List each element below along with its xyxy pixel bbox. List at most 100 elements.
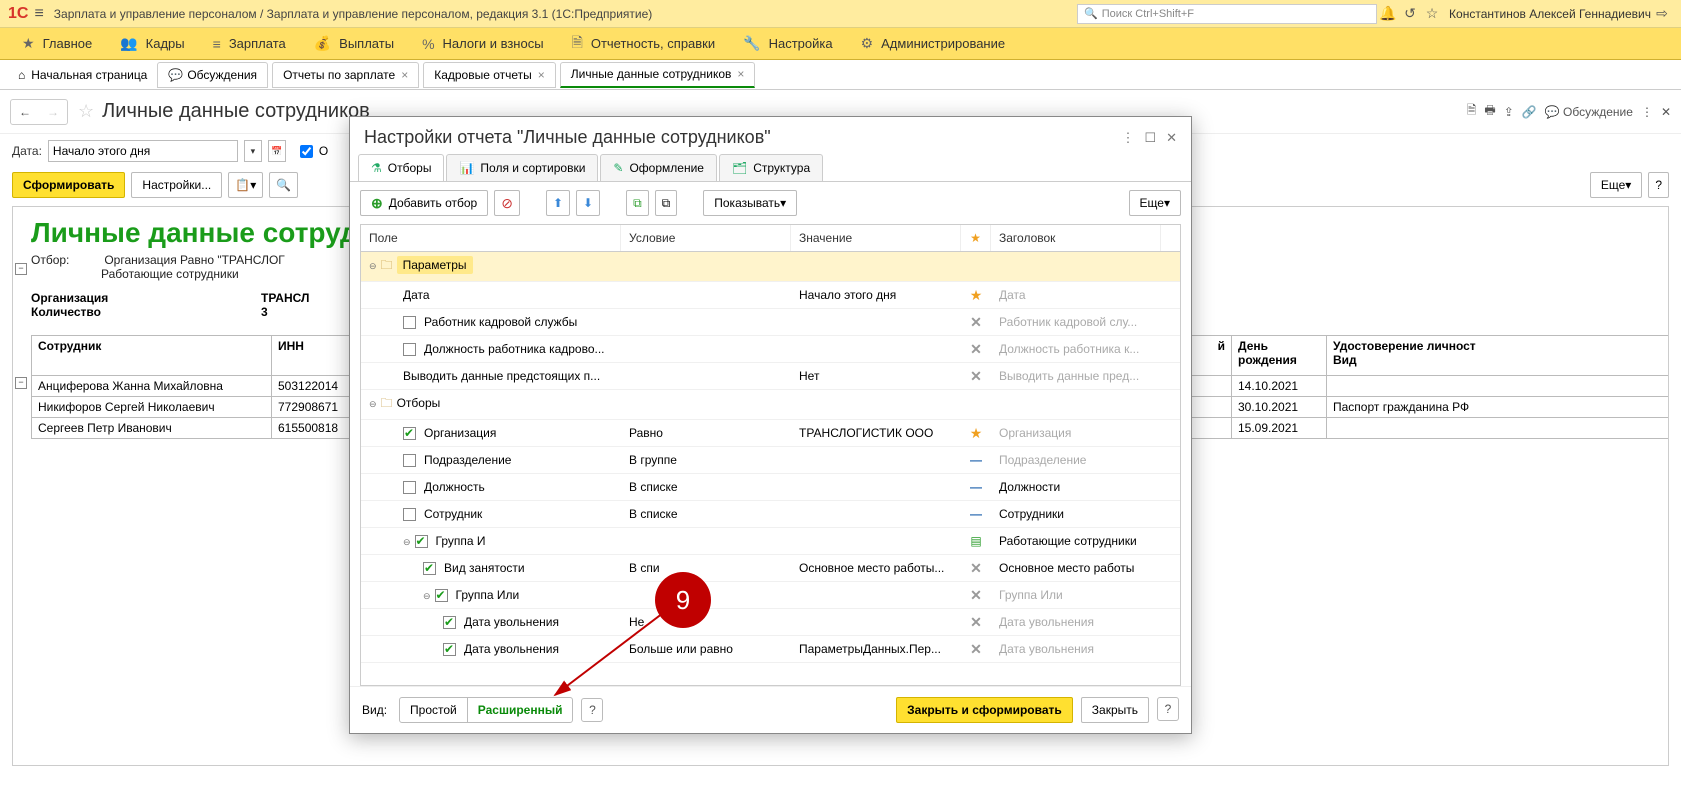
tab-close-icon[interactable]: × [401,68,408,82]
checkbox[interactable] [403,316,416,329]
save-report-icon[interactable]: 🗎 [1467,101,1477,122]
tab-3[interactable]: Личные данные сотрудников× [560,62,756,88]
filter-row[interactable]: ОрганизацияРавноТРАНСЛОГИСТИК ООО★Органи… [361,420,1180,447]
move-up-button[interactable]: ⬆ [546,190,570,216]
history-icon[interactable]: ↺ [1399,5,1421,22]
toggle-panel-icon[interactable]: ⇨ [1651,5,1673,22]
list-icon[interactable]: ▤ [970,534,981,548]
group-and-button[interactable]: ⧉ [626,190,649,216]
tab-close-icon[interactable]: × [737,67,744,81]
copy-button[interactable]: 📋▾ [228,172,263,198]
x-icon[interactable]: ✕ [970,641,982,657]
dash-icon[interactable]: — [970,507,982,521]
tree-collapse-2[interactable]: − [15,377,27,389]
help-button[interactable]: ? [1648,172,1669,198]
nav-item-6[interactable]: 🔧Настройка [729,28,846,59]
checkbox[interactable] [403,454,416,467]
dash-icon[interactable]: — [970,453,982,467]
filter-row[interactable]: Дата увольненияБольше или равноПараметры… [361,636,1180,663]
star-icon[interactable]: ☆ [1421,5,1443,22]
filter-row[interactable]: Выводить данные предстоящих п...Нет✕Выво… [361,363,1180,390]
generate-button[interactable]: Сформировать [12,172,125,198]
footer-help-button[interactable]: ? [581,698,603,722]
checkbox[interactable] [443,616,456,629]
favorite-star-icon[interactable]: ☆ [78,101,94,122]
filter-row[interactable]: Работник кадровой службы✕Работник кадров… [361,309,1180,336]
nav-item-5[interactable]: 🗎Отчетность, справки [558,28,730,59]
filter-row[interactable]: ДолжностьВ списке—Должности [361,474,1180,501]
burger-icon[interactable]: ≡ [34,5,43,23]
filter-row[interactable]: ⊖🗀Отборы [361,390,1180,420]
move-down-button[interactable]: ⬇ [576,190,600,216]
date-input[interactable]: Начало этого дня [48,140,238,162]
bell-icon[interactable]: 🔔 [1377,5,1399,22]
date-picker-button[interactable]: 📅 [268,140,286,162]
tab-0[interactable]: 💬Обсуждения [157,62,268,88]
nav-item-4[interactable]: %Налоги и взносы [408,28,558,59]
nav-item-7[interactable]: ⚙Администрирование [847,28,1020,59]
star-icon[interactable]: ★ [970,287,983,303]
checkbox[interactable] [403,508,416,521]
checkbox[interactable] [423,562,436,575]
nav-item-3[interactable]: 💰Выплаты [300,28,408,59]
x-icon[interactable]: ✕ [970,560,982,576]
nav-back-button[interactable]: ← [11,100,39,124]
dialog-maximize-icon[interactable]: ☐ [1144,130,1156,146]
filter-row[interactable]: СотрудникВ списке—Сотрудники [361,501,1180,528]
filter-row[interactable]: ПодразделениеВ группе—Подразделение [361,447,1180,474]
modal-tab-3[interactable]: 🗂Структура [719,154,823,181]
view-mode-toggle[interactable]: Простой Расширенный [399,697,573,723]
show-mode-button[interactable]: Показывать ▾ [703,190,797,216]
tab-home[interactable]: ⌂Начальная страница [8,62,157,88]
x-icon[interactable]: ✕ [970,587,982,603]
filter-row[interactable]: Должность работника кадрово...✕Должность… [361,336,1180,363]
modal-tab-0[interactable]: ⚗Отборы [358,154,444,181]
search-input[interactable]: 🔍Поиск Ctrl+Shift+F [1077,4,1377,24]
filter-row[interactable]: Дата увольненияНе✕Дата увольнения [361,609,1180,636]
nav-item-2[interactable]: ≡Зарплата [199,28,300,59]
dialog-more-button[interactable]: Еще ▾ [1129,190,1181,216]
print-icon[interactable]: 🖶 [1484,101,1495,122]
view-advanced-button[interactable]: Расширенный [468,698,573,722]
tab-close-icon[interactable]: × [538,68,545,82]
more-button[interactable]: Еще ▾ [1590,172,1642,198]
checkbox[interactable] [415,535,428,548]
link-icon[interactable]: 🔗 [1522,105,1537,119]
user-name[interactable]: Константинов Алексей Геннадиевич [1449,7,1651,21]
filter-row[interactable]: Вид занятостиВ спиОсновное место работы.… [361,555,1180,582]
x-icon[interactable]: ✕ [970,614,982,630]
tab-2[interactable]: Кадровые отчеты× [423,62,556,88]
view-simple-button[interactable]: Простой [400,698,468,722]
footer-help2-button[interactable]: ? [1157,697,1179,721]
tree-collapse-1[interactable]: − [15,263,27,275]
filter-row[interactable]: ⊖Группа И▤Работающие сотрудники [361,528,1180,555]
date-dropdown-button[interactable]: ▾ [244,140,262,162]
filter-row[interactable]: ⊖Группа Или✕Группа Или [361,582,1180,609]
filter-row[interactable]: ⊖🗀Параметры [361,252,1180,282]
filter-row[interactable]: ДатаНачало этого дня★Дата [361,282,1180,309]
checkbox[interactable] [443,643,456,656]
tab-1[interactable]: Отчеты по зарплате× [272,62,419,88]
close-dialog-button[interactable]: Закрыть [1081,697,1149,723]
star-icon[interactable]: ★ [970,425,983,441]
nav-item-1[interactable]: 👥Кадры [106,28,198,59]
discussion-button[interactable]: 💬 Обсуждение [1545,105,1633,119]
x-icon[interactable]: ✕ [970,341,982,357]
dialog-kebab-icon[interactable]: ⋮ [1121,130,1134,146]
find-button[interactable]: 🔍 [269,172,298,198]
dash-icon[interactable]: — [970,480,982,494]
modal-tab-1[interactable]: 📊Поля и сортировки [446,154,598,181]
checkbox[interactable] [403,481,416,494]
checkbox[interactable] [403,427,416,440]
add-filter-button[interactable]: ⊕Добавить отбор [360,190,488,216]
close-and-generate-button[interactable]: Закрыть и сформировать [896,697,1073,723]
x-icon[interactable]: ✕ [970,314,982,330]
checkbox[interactable] [403,343,416,356]
delete-filter-button[interactable]: ⊘ [494,190,520,216]
modal-tab-2[interactable]: ✎Оформление [600,154,717,181]
org-checkbox[interactable] [300,145,313,158]
export-icon[interactable]: ⇪ [1504,105,1514,119]
group-or-button[interactable]: ⧉ [655,190,678,216]
x-icon[interactable]: ✕ [970,368,982,384]
dialog-close-icon[interactable]: ✕ [1166,130,1177,146]
